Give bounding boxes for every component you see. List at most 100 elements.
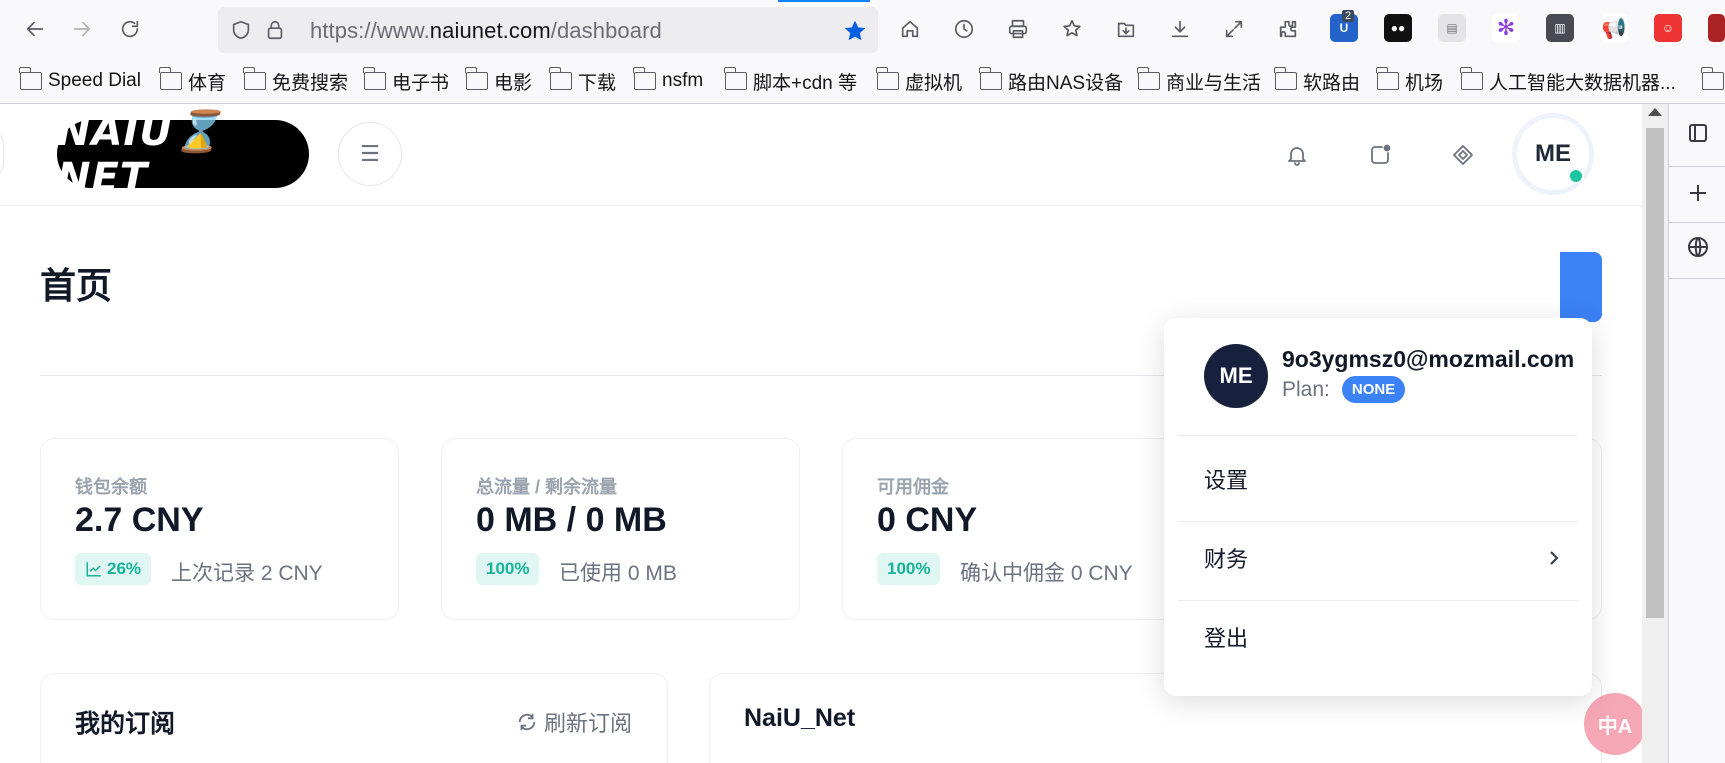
bookmark-folder[interactable]: 虚拟机 xyxy=(876,67,962,94)
panel-title: NaiU_Net xyxy=(744,704,856,732)
card-label: 钱包余额 xyxy=(75,477,147,497)
forward-icon[interactable] xyxy=(65,12,99,46)
card-subtext: 确认中佣金 0 CNY xyxy=(960,562,1133,585)
user-dropdown-menu: ME 9o3ygmsz0@mozmail.com Plan: NONE 设置 财… xyxy=(1164,318,1592,696)
bookmark-folder[interactable]: Speed Dial xyxy=(19,67,141,94)
bookmark-star-icon[interactable] xyxy=(842,18,868,44)
page-title: 首页 xyxy=(40,265,113,306)
globe-icon[interactable] xyxy=(1681,230,1715,264)
collapsed-panel-edge[interactable] xyxy=(0,130,4,178)
sidebar-extension-icon[interactable]: ▥ xyxy=(1546,14,1574,42)
history-icon[interactable] xyxy=(947,12,981,46)
percent-badge: 100% xyxy=(476,553,540,585)
bookmark-folder[interactable]: 机场 xyxy=(1376,67,1443,94)
card-subtext: 已使用 0 MB xyxy=(559,562,677,585)
message-icon[interactable] xyxy=(1361,136,1399,174)
megaphone-extension-icon[interactable]: 📢 xyxy=(1600,14,1628,42)
folder-icon xyxy=(633,67,656,90)
home-icon[interactable] xyxy=(893,12,927,46)
trend-up-icon xyxy=(86,562,101,577)
folder-icon xyxy=(363,67,386,90)
bookmark-folder[interactable]: 人工智能大数据机器... xyxy=(1460,67,1676,94)
bookmark-folder[interactable]: 免费搜索 xyxy=(243,67,348,94)
hamburger-icon: ☰ xyxy=(360,141,380,166)
bookmark-folder[interactable] xyxy=(1701,67,1725,94)
ublock-origin-icon[interactable] xyxy=(1708,14,1725,42)
sidebar-panel-icon[interactable] xyxy=(1681,116,1715,150)
document-extension-icon[interactable]: ▤ xyxy=(1438,14,1466,42)
santa-extension-icon[interactable]: ☺ xyxy=(1654,14,1682,42)
dashboard-page: NAIU⌛NET ☰ ME 首页 钱包余额 2.7 CNY 26% 上次记录 2… xyxy=(0,104,1642,763)
card-label: 总流量 / 剩余流量 xyxy=(476,477,618,497)
reload-icon[interactable] xyxy=(113,12,147,46)
print-icon[interactable] xyxy=(1001,12,1035,46)
finance-menu-item[interactable]: 财务 xyxy=(1204,542,1248,574)
folder-icon xyxy=(465,67,488,90)
shield-icon[interactable] xyxy=(230,19,252,41)
menu-toggle-button[interactable]: ☰ xyxy=(338,122,402,186)
apps-icon[interactable] xyxy=(1444,136,1482,174)
bookmark-folder[interactable]: nsfm xyxy=(633,67,703,94)
user-email: 9o3ygmsz0@mozmail.com xyxy=(1282,346,1575,372)
tampermonkey-extension-icon[interactable]: ●● xyxy=(1384,14,1412,42)
folder-icon xyxy=(1376,67,1399,90)
favorites-icon[interactable] xyxy=(1055,12,1089,46)
fullscreen-icon[interactable] xyxy=(1217,12,1251,46)
bookmark-folder[interactable]: 商业与生活 xyxy=(1137,67,1261,94)
extensions-icon[interactable] xyxy=(1271,12,1305,46)
site-logo[interactable]: NAIU⌛NET xyxy=(57,109,309,201)
bookmark-folder[interactable]: 软路由 xyxy=(1274,67,1360,94)
trend-badge: 26% xyxy=(75,553,152,585)
notification-bell-icon[interactable] xyxy=(1278,136,1316,174)
panel-title: 我的订阅 xyxy=(75,710,176,738)
folder-icon xyxy=(979,67,1002,90)
dropdown-divider xyxy=(1178,521,1578,522)
chevron-right-icon xyxy=(1546,550,1562,566)
app-header: NAIU⌛NET ☰ ME xyxy=(0,104,1642,206)
bookmark-folder[interactable]: 体育 xyxy=(159,67,226,94)
bookmark-folder[interactable]: 电子书 xyxy=(363,67,449,94)
back-icon[interactable] xyxy=(18,12,52,46)
scrollbar-thumb[interactable] xyxy=(1646,128,1664,618)
card-value: 2.7 CNY xyxy=(75,501,204,539)
logout-menu-item[interactable]: 登出 xyxy=(1204,621,1248,653)
plan-badge: NONE xyxy=(1341,376,1406,403)
bookmark-folder[interactable]: 路由NAS设备 xyxy=(979,67,1123,94)
folder-icon xyxy=(19,67,42,90)
card-value: 0 CNY xyxy=(877,501,978,539)
sidebar-divider xyxy=(1669,222,1725,223)
user-avatar-button[interactable]: ME xyxy=(1512,113,1594,195)
card-value: 0 MB / 0 MB xyxy=(476,501,667,539)
bookmark-folder[interactable]: 电影 xyxy=(465,67,532,94)
save-to-pocket-icon[interactable] xyxy=(1109,12,1143,46)
folder-icon xyxy=(1274,67,1297,90)
percent-badge: 100% xyxy=(877,553,941,585)
scroll-up-arrow-icon[interactable] xyxy=(1648,108,1662,116)
folder-icon xyxy=(876,67,899,90)
sidebar-divider xyxy=(1669,278,1725,279)
folder-icon xyxy=(243,67,266,90)
translate-icon: 中A xyxy=(1597,715,1633,738)
snowflake-extension-icon[interactable]: ✻ xyxy=(1492,14,1520,42)
downloads-icon[interactable] xyxy=(1163,12,1197,46)
page-scrollbar[interactable] xyxy=(1642,104,1668,763)
dropdown-divider xyxy=(1178,435,1578,436)
refresh-subscription-button[interactable]: 刷新订阅 xyxy=(516,706,632,738)
active-tab-indicator xyxy=(778,0,870,2)
lock-icon[interactable] xyxy=(264,19,286,41)
card-label: 可用佣金 xyxy=(877,477,949,497)
refresh-icon xyxy=(518,713,536,731)
folder-icon xyxy=(724,67,747,90)
wallet-balance-card: 钱包余额 2.7 CNY 26% 上次记录 2 CNY xyxy=(40,438,399,620)
extension-badge: 2 xyxy=(1342,10,1355,22)
translate-button[interactable]: 中A xyxy=(1584,693,1642,755)
commission-card: 可用佣金 0 CNY 100% 确认中佣金 0 CNY xyxy=(842,438,1201,620)
primary-action-button[interactable] xyxy=(1560,252,1602,322)
address-bar[interactable]: https://www.naiunet.com/dashboard xyxy=(218,7,878,53)
add-panel-icon[interactable] xyxy=(1681,176,1715,210)
folder-icon xyxy=(549,67,572,90)
bookmark-folder[interactable]: 脚本+cdn 等 xyxy=(724,67,857,94)
settings-menu-item[interactable]: 设置 xyxy=(1204,463,1248,495)
bookmark-folder[interactable]: 下载 xyxy=(549,67,616,94)
url-text[interactable]: https://www.naiunet.com/dashboard xyxy=(310,18,662,44)
